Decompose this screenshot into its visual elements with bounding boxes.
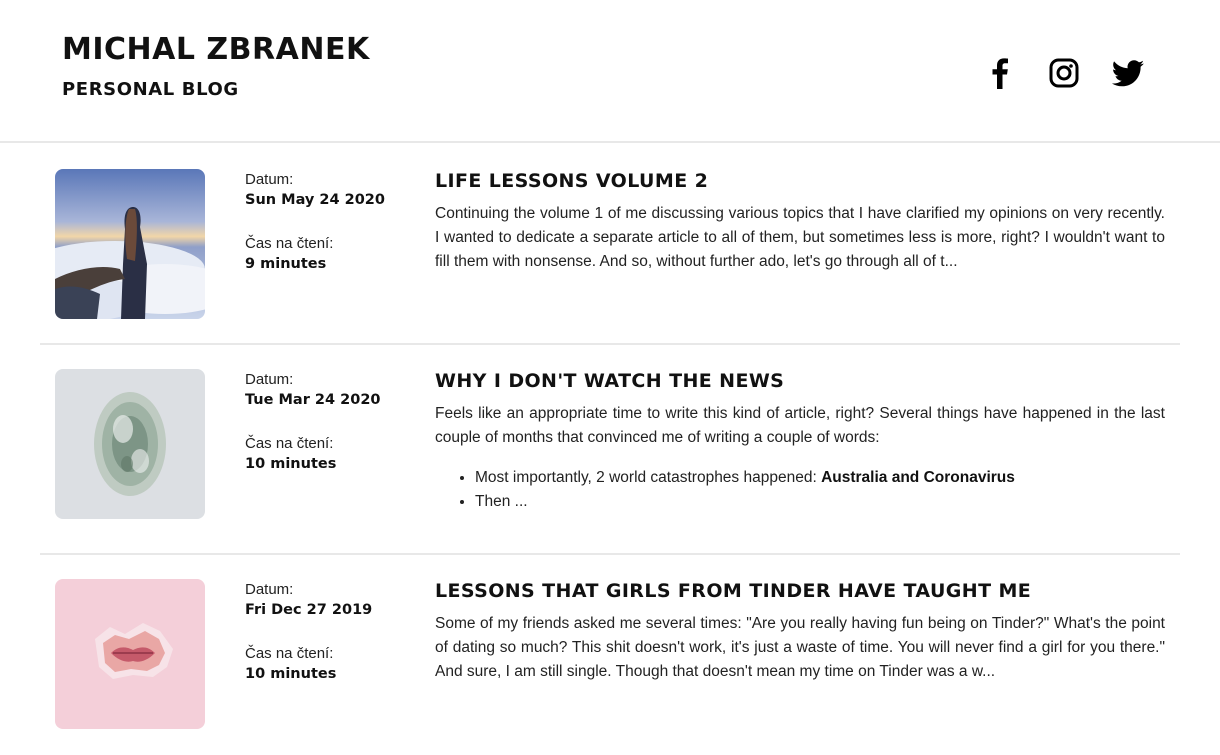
date-label: Datum: bbox=[245, 171, 294, 188]
post-excerpt: Continuing the volume 1 of me discussing… bbox=[435, 205, 1165, 270]
post-meta: Datum: Sun May 24 2020 Čas na čtení: 9 m… bbox=[245, 170, 425, 298]
list-item: Then ... bbox=[475, 490, 1165, 514]
site-title[interactable]: MICHAL ZBRANEK bbox=[62, 32, 370, 67]
date-label: Datum: bbox=[245, 581, 294, 598]
post-excerpt-list: Most importantly, 2 world catastrophes h… bbox=[435, 466, 1165, 514]
list-item-bold: Australia and Coronavirus bbox=[821, 469, 1015, 486]
post-content: LESSONS THAT GIRLS FROM TINDER HAVE TAUG… bbox=[435, 578, 1165, 684]
instagram-link[interactable] bbox=[1046, 55, 1082, 91]
post-excerpt: Some of my friends asked me several time… bbox=[435, 615, 1165, 680]
reading-time: 9 minutes bbox=[245, 256, 327, 272]
site-subtitle: PERSONAL BLOG bbox=[62, 79, 239, 100]
reading-time-label: Čas na čtení: bbox=[245, 645, 334, 662]
twitter-icon bbox=[1111, 60, 1144, 87]
post-thumbnail[interactable] bbox=[55, 369, 205, 519]
post-thumbnail[interactable] bbox=[55, 579, 205, 729]
reading-time-label: Čas na čtení: bbox=[245, 235, 334, 252]
reading-time: 10 minutes bbox=[245, 666, 337, 682]
instagram-icon bbox=[1049, 58, 1079, 88]
post-item[interactable]: Datum: Tue Mar 24 2020 Čas na čtení: 10 … bbox=[40, 345, 1180, 555]
post-thumbnail[interactable] bbox=[55, 169, 205, 319]
post-date: Sun May 24 2020 bbox=[245, 192, 385, 208]
post-title[interactable]: LIFE LESSONS VOLUME 2 bbox=[435, 168, 1165, 194]
social-links bbox=[982, 55, 1174, 91]
post-title[interactable]: LESSONS THAT GIRLS FROM TINDER HAVE TAUG… bbox=[435, 578, 1165, 604]
post-content: WHY I DON'T WATCH THE NEWS Feels like an… bbox=[435, 368, 1165, 514]
post-content: LIFE LESSONS VOLUME 2 Continuing the vol… bbox=[435, 168, 1165, 274]
reading-time-label: Čas na čtení: bbox=[245, 435, 334, 452]
site-header: MICHAL ZBRANEK PERSONAL BLOG bbox=[0, 0, 1220, 143]
post-date: Fri Dec 27 2019 bbox=[245, 602, 373, 618]
reading-time: 10 minutes bbox=[245, 456, 337, 472]
post-image-money-sphere bbox=[55, 369, 205, 519]
post-meta: Datum: Tue Mar 24 2020 Čas na čtení: 10 … bbox=[245, 370, 425, 498]
post-item[interactable]: Datum: Fri Dec 27 2019 Čas na čtení: 10 … bbox=[40, 555, 1180, 755]
post-date: Tue Mar 24 2020 bbox=[245, 392, 381, 408]
twitter-link[interactable] bbox=[1110, 55, 1146, 91]
facebook-link[interactable] bbox=[982, 55, 1018, 91]
list-item-text: Most importantly, 2 world catastrophes h… bbox=[475, 469, 822, 486]
post-image-torn-paper-lips bbox=[55, 579, 205, 729]
post-image-clouds bbox=[55, 169, 205, 319]
list-item-text: Then ... bbox=[475, 493, 528, 510]
date-label: Datum: bbox=[245, 371, 294, 388]
facebook-icon bbox=[992, 58, 1008, 89]
post-meta: Datum: Fri Dec 27 2019 Čas na čtení: 10 … bbox=[245, 580, 425, 708]
post-item[interactable]: Datum: Sun May 24 2020 Čas na čtení: 9 m… bbox=[40, 145, 1180, 345]
post-list: Datum: Sun May 24 2020 Čas na čtení: 9 m… bbox=[40, 145, 1180, 755]
list-item: Most importantly, 2 world catastrophes h… bbox=[475, 466, 1165, 490]
post-title[interactable]: WHY I DON'T WATCH THE NEWS bbox=[435, 368, 1165, 394]
post-excerpt: Feels like an appropriate time to write … bbox=[435, 405, 1165, 446]
